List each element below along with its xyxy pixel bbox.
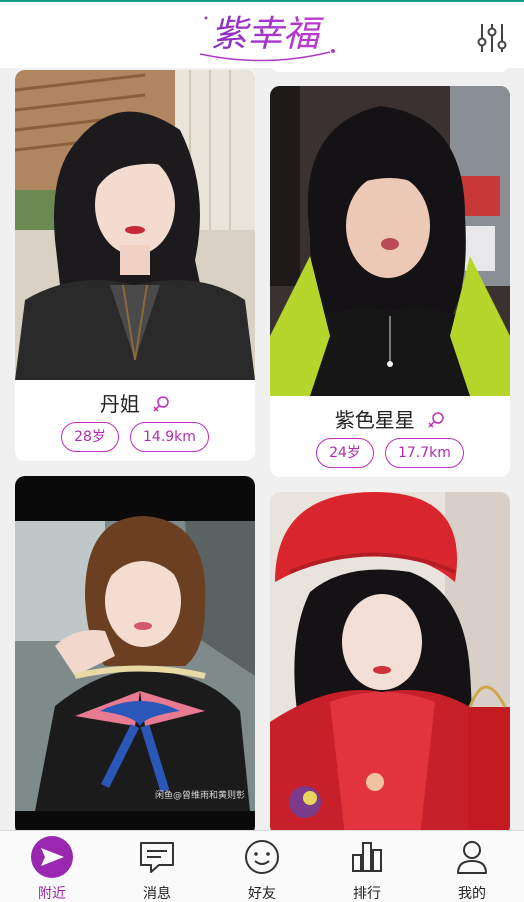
user-card[interactable] bbox=[270, 68, 510, 72]
nav-item-me[interactable]: 我的 bbox=[420, 831, 524, 902]
nav-label: 我的 bbox=[458, 886, 486, 902]
bottom-nav: 附近 消息 好友 排行 我的 bbox=[0, 830, 524, 902]
user-card[interactable]: 闲鱼@曾维雨和黄则彰 bbox=[15, 476, 255, 830]
user-photo bbox=[270, 492, 510, 830]
app-header: 紫幸福 bbox=[0, 0, 524, 68]
svg-text:紫幸福: 紫幸福 bbox=[211, 14, 325, 55]
app-logo: 紫幸福 bbox=[199, 14, 335, 62]
nav-item-messages[interactable]: 消息 bbox=[105, 831, 209, 902]
nav-label: 好友 bbox=[248, 886, 276, 902]
user-tags: 28岁 14.9km bbox=[15, 422, 255, 452]
distance-badge: 14.9km bbox=[130, 422, 209, 452]
send-icon bbox=[31, 836, 73, 878]
nav-label: 消息 bbox=[143, 886, 171, 902]
nav-item-friends[interactable]: 好友 bbox=[210, 831, 314, 902]
user-card[interactable]: 丹姐 28岁 14.9km bbox=[15, 70, 255, 461]
nearby-feed[interactable]: 丹姐 28岁 14.9km 紫色星星 24岁 17.7km 闲鱼@曾维雨和黄则彰 bbox=[0, 68, 524, 830]
user-name: 紫色星星 bbox=[334, 408, 415, 432]
user-tags: 24岁 17.7km bbox=[270, 438, 510, 468]
smile-icon bbox=[245, 840, 279, 874]
female-icon bbox=[428, 412, 444, 428]
user-card[interactable] bbox=[270, 492, 510, 830]
sliders-icon[interactable] bbox=[472, 18, 512, 58]
age-badge: 28岁 bbox=[61, 422, 119, 452]
nav-label: 附近 bbox=[38, 886, 66, 902]
bar-chart-icon bbox=[352, 842, 382, 872]
user-photo bbox=[270, 86, 510, 396]
user-photo bbox=[15, 70, 255, 380]
nav-item-ranking[interactable]: 排行 bbox=[315, 831, 419, 902]
nav-label: 排行 bbox=[353, 886, 381, 902]
user-name: 丹姐 bbox=[99, 392, 140, 416]
nav-item-nearby[interactable]: 附近 bbox=[0, 831, 104, 902]
female-icon bbox=[153, 396, 169, 412]
distance-badge: 17.7km bbox=[385, 438, 464, 468]
age-badge: 24岁 bbox=[316, 438, 374, 468]
user-photo: 闲鱼@曾维雨和黄则彰 bbox=[15, 476, 255, 830]
message-icon bbox=[140, 842, 174, 873]
user-card[interactable]: 紫色星星 24岁 17.7km bbox=[270, 86, 510, 477]
person-icon bbox=[457, 841, 487, 874]
photo-watermark: 闲鱼@曾维雨和黄则彰 bbox=[155, 789, 245, 801]
